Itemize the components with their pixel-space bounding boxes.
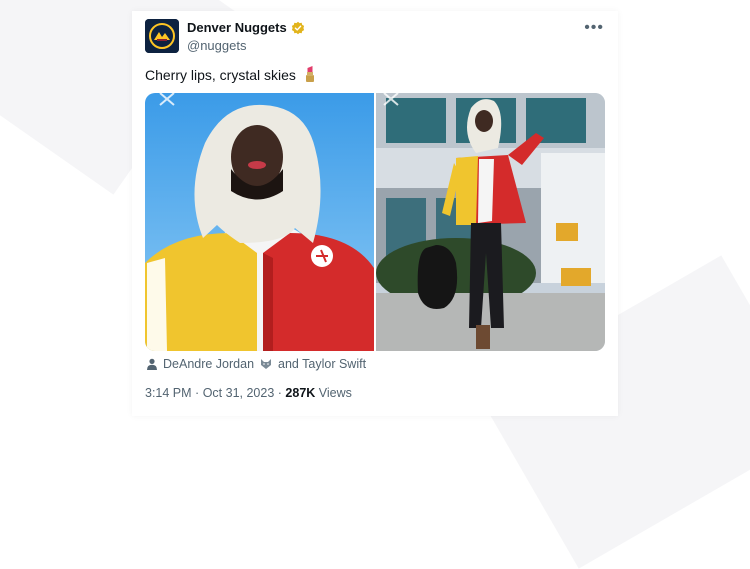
photo-left-illustration: [145, 93, 374, 351]
views-count[interactable]: 287K: [285, 386, 315, 400]
meta-separator: ·: [195, 386, 200, 400]
display-name-text[interactable]: Denver Nuggets: [187, 20, 287, 35]
lipstick-icon: [305, 66, 314, 82]
handle[interactable]: @nuggets: [187, 38, 246, 53]
tweet-card[interactable]: Denver Nuggets @nuggets ••• Cherry lips,…: [132, 11, 618, 416]
photo-right-illustration: [376, 93, 605, 351]
tagged-users[interactable]: DeAndre Jordan and Taylor Swift: [146, 357, 366, 371]
views-label: Views: [318, 386, 352, 400]
photo-left[interactable]: [145, 93, 374, 351]
tweet-time[interactable]: 3:14 PM: [145, 386, 192, 400]
more-icon[interactable]: •••: [584, 19, 604, 37]
nuggets-logo-icon: [145, 19, 179, 53]
person-icon: [147, 358, 157, 370]
avatar[interactable]: [145, 19, 179, 53]
tweet-text-content: Cherry lips, crystal skies: [145, 67, 296, 83]
wolf-icon: [261, 359, 272, 369]
display-name[interactable]: Denver Nuggets: [187, 20, 305, 35]
media-grid: [145, 93, 605, 351]
tweet-text: Cherry lips, crystal skies: [145, 66, 316, 83]
tagged-user-2[interactable]: and Taylor Swift: [278, 357, 366, 371]
meta-separator: ·: [277, 386, 282, 400]
tagged-user-1[interactable]: DeAndre Jordan: [163, 357, 254, 371]
photo-right[interactable]: [376, 93, 605, 351]
tweet-meta: 3:14 PM · Oct 31, 2023 · 287K Views: [145, 386, 352, 400]
tweet-date[interactable]: Oct 31, 2023: [203, 386, 275, 400]
verified-badge-icon: [291, 21, 304, 34]
